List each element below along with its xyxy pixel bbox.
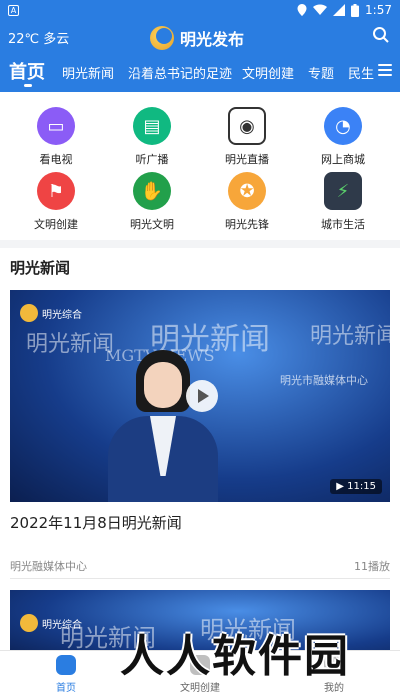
grid-item-civilization[interactable]: ⚑ 文明创建 bbox=[21, 172, 91, 232]
news-source: 明光融媒体中心 bbox=[10, 560, 87, 573]
tv-icon: ▭ bbox=[37, 107, 75, 145]
news-title[interactable]: 2022年11月8日明光新闻 bbox=[10, 512, 182, 533]
grid-item-city-life[interactable]: ⚡ 城市生活 bbox=[308, 172, 378, 232]
main-content: ▭ 看电视 ▤ 听广播 ◉ 明光直播 ◔ 网上商城 ⚑ 文明创建 ✋ 明光文明 … bbox=[0, 92, 400, 650]
grid-label: 明光文明 bbox=[130, 218, 174, 231]
grid-label: 看电视 bbox=[39, 153, 73, 166]
video-duration: ▶ 11:15 bbox=[330, 479, 382, 494]
channel-name: 明光综合 bbox=[42, 309, 82, 321]
video-player[interactable]: 明光综合 明光新闻 明光新闻 明光新闻 MGTV NEWS 明光市融媒体中心 ▶… bbox=[10, 290, 390, 502]
grid-item-shop[interactable]: ◔ 网上商城 bbox=[308, 107, 378, 167]
tab-special[interactable]: 专题 bbox=[308, 63, 334, 82]
grid-label: 城市生活 bbox=[321, 218, 365, 231]
channel-logo-icon bbox=[20, 304, 38, 322]
status-bar: A 1:57 bbox=[0, 0, 400, 22]
play-icon[interactable] bbox=[186, 380, 218, 412]
tab-mingguang-news[interactable]: 明光新闻 bbox=[62, 63, 114, 82]
weather-text: 22℃ 多云 bbox=[8, 32, 70, 47]
list-divider bbox=[10, 578, 390, 579]
channel-logo-icon bbox=[20, 614, 38, 632]
grid-item-pioneer[interactable]: ✪ 明光先锋 bbox=[212, 172, 282, 232]
grid-item-watch-tv[interactable]: ▭ 看电视 bbox=[21, 107, 91, 167]
app-logo: 明光发布 bbox=[150, 26, 244, 50]
nav-label: 文明创建 bbox=[180, 683, 220, 694]
news-views: 11播放 bbox=[354, 560, 390, 573]
app-title: 明光发布 bbox=[180, 30, 245, 49]
flag-icon: ⚑ bbox=[37, 172, 75, 210]
grid-label: 明光先锋 bbox=[225, 218, 269, 231]
status-time: 1:57 bbox=[365, 3, 392, 17]
badge-icon: ✪ bbox=[228, 172, 266, 210]
search-icon[interactable] bbox=[372, 26, 390, 44]
tab-footsteps[interactable]: 沿着总书记的足迹 bbox=[128, 63, 232, 82]
grid-label: 文明创建 bbox=[34, 218, 78, 231]
section-title: 明光新闻 bbox=[10, 259, 71, 277]
nav-label: 我的 bbox=[324, 683, 344, 694]
battery-icon bbox=[351, 3, 360, 17]
signal-icon bbox=[333, 4, 346, 16]
grid-item-live[interactable]: ◉ 明光直播 bbox=[212, 107, 282, 167]
moon-logo-icon bbox=[150, 26, 174, 50]
grid-label: 网上商城 bbox=[321, 153, 365, 166]
video-overlay-title-2: 明光新闻 bbox=[26, 332, 115, 357]
chat-icon: ◔ bbox=[324, 107, 362, 145]
location-icon bbox=[297, 4, 307, 16]
tab-civilization[interactable]: 文明创建 bbox=[242, 63, 294, 82]
grid-label: 听广播 bbox=[135, 153, 169, 166]
charging-icon: ⚡ bbox=[324, 172, 362, 210]
camera-icon: ◉ bbox=[228, 107, 266, 145]
notification-icon: A bbox=[8, 5, 19, 16]
wifi-icon bbox=[313, 4, 328, 16]
video-overlay-title-3: 明光新闻 bbox=[310, 324, 390, 349]
nav-label: 首页 bbox=[56, 683, 76, 694]
watermark: 人人软件园 bbox=[120, 631, 350, 682]
news-meta: 明光融媒体中心 11播放 bbox=[10, 558, 390, 574]
channel-logo: 明光综合 bbox=[20, 304, 82, 322]
category-tabs: 首页 明光新闻 沿着总书记的足迹 文明创建 专题 民生 bbox=[0, 54, 400, 92]
tab-livelihood[interactable]: 民生 bbox=[348, 63, 374, 82]
menu-icon[interactable] bbox=[378, 64, 392, 76]
grid-item-mingguang-civility[interactable]: ✋ 明光文明 bbox=[117, 172, 187, 232]
tab-home[interactable]: 首页 bbox=[9, 58, 45, 84]
news-anchor-image bbox=[108, 350, 218, 502]
radio-icon: ▤ bbox=[133, 107, 171, 145]
hands-icon: ✋ bbox=[133, 172, 171, 210]
home-icon bbox=[56, 655, 76, 675]
grid-item-radio[interactable]: ▤ 听广播 bbox=[117, 107, 187, 167]
app-header: 22℃ 多云 明光发布 bbox=[0, 22, 400, 54]
section-divider bbox=[0, 240, 400, 248]
grid-label: 明光直播 bbox=[225, 153, 269, 166]
active-tab-indicator bbox=[24, 84, 32, 87]
nav-home[interactable]: 首页 bbox=[36, 655, 96, 694]
video-overlay-org: 明光市融媒体中心 bbox=[280, 374, 368, 387]
